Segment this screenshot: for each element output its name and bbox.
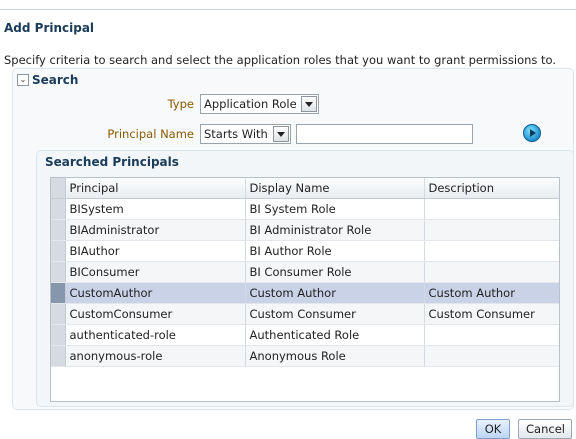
table-row[interactable]: authenticated-role Authenticated Role [51, 324, 559, 346]
column-header-description[interactable]: Description [424, 178, 559, 199]
table-row[interactable]: BIConsumer BI Consumer Role [51, 261, 559, 283]
type-label: Type [167, 97, 194, 111]
cancel-button[interactable]: Cancel [518, 419, 572, 439]
row-selector[interactable] [51, 345, 66, 367]
cell-display-name: Custom Author [245, 282, 425, 304]
cell-display-name: Anonymous Role [245, 345, 425, 367]
row-selector[interactable] [51, 324, 66, 346]
cell-description [424, 324, 559, 346]
cell-description [424, 261, 559, 283]
cell-principal: authenticated-role [65, 324, 246, 346]
cell-description: Custom Consumer [424, 303, 559, 325]
principal-name-label: Principal Name [107, 127, 194, 141]
type-dropdown-button[interactable] [301, 96, 317, 112]
searched-principals-title: Searched Principals [45, 155, 179, 169]
cell-display-name: BI Consumer Role [245, 261, 425, 283]
cell-description [424, 240, 559, 262]
type-select[interactable]: Application Role [200, 94, 319, 114]
table-row[interactable]: BIAuthor BI Author Role [51, 240, 559, 262]
row-selector[interactable] [51, 261, 66, 283]
table-row[interactable]: CustomConsumer Custom Consumer Custom Co… [51, 303, 559, 325]
search-title: Search [32, 73, 79, 87]
cell-display-name: BI Author Role [245, 240, 425, 262]
match-operator-value: Starts With [204, 127, 268, 141]
column-header-principal[interactable]: Principal [65, 178, 246, 199]
cell-description [424, 345, 559, 367]
dialog-title: Add Principal [4, 21, 95, 35]
cell-display-name: BI System Role [245, 198, 425, 220]
table-header-row: Principal Display Name Description [51, 178, 559, 199]
table-row-selected[interactable]: CustomAuthor Custom Author Custom Author [51, 282, 559, 304]
go-search-button[interactable] [523, 124, 541, 142]
top-divider [0, 9, 576, 10]
cell-principal: BISystem [65, 198, 246, 220]
principals-table: Principal Display Name Description BISys… [50, 177, 560, 402]
triangle-down-icon [277, 131, 285, 137]
row-selector[interactable] [51, 303, 66, 325]
table-row[interactable]: anonymous-role Anonymous Role [51, 345, 559, 367]
search-header[interactable]: ⌄ Search [17, 72, 78, 88]
cell-description [424, 198, 559, 220]
cell-principal: CustomConsumer [65, 303, 246, 325]
match-operator-select[interactable]: Starts With [200, 124, 291, 144]
cell-description: Custom Author [424, 282, 559, 304]
instructions-text: Specify criteria to search and select th… [4, 53, 557, 67]
principal-name-input[interactable] [296, 124, 473, 144]
row-selector[interactable] [51, 219, 66, 241]
cell-display-name: Custom Consumer [245, 303, 425, 325]
cell-display-name: BI Administrator Role [245, 219, 425, 241]
row-selector-header [51, 178, 66, 199]
row-selector[interactable] [51, 282, 66, 304]
cell-display-name: Authenticated Role [245, 324, 425, 346]
chevron-down-icon[interactable]: ⌄ [17, 74, 29, 86]
triangle-down-icon [305, 101, 313, 107]
cell-principal: BIConsumer [65, 261, 246, 283]
cell-description [424, 219, 559, 241]
table-row[interactable]: BISystem BI System Role [51, 198, 559, 220]
cell-principal: BIAdministrator [65, 219, 246, 241]
cell-principal: CustomAuthor [65, 282, 246, 304]
match-operator-dropdown-button[interactable] [273, 126, 289, 142]
table-row[interactable]: BIAdministrator BI Administrator Role [51, 219, 559, 241]
ok-button[interactable]: OK [476, 419, 510, 439]
searched-principals-panel: Searched Principals Principal Display Na… [36, 150, 574, 407]
row-selector[interactable] [51, 198, 66, 220]
go-arrow-icon [530, 129, 536, 137]
cell-principal: anonymous-role [65, 345, 246, 367]
column-header-display-name[interactable]: Display Name [245, 178, 425, 199]
type-select-value: Application Role [204, 97, 297, 111]
row-selector[interactable] [51, 240, 66, 262]
cell-principal: BIAuthor [65, 240, 246, 262]
